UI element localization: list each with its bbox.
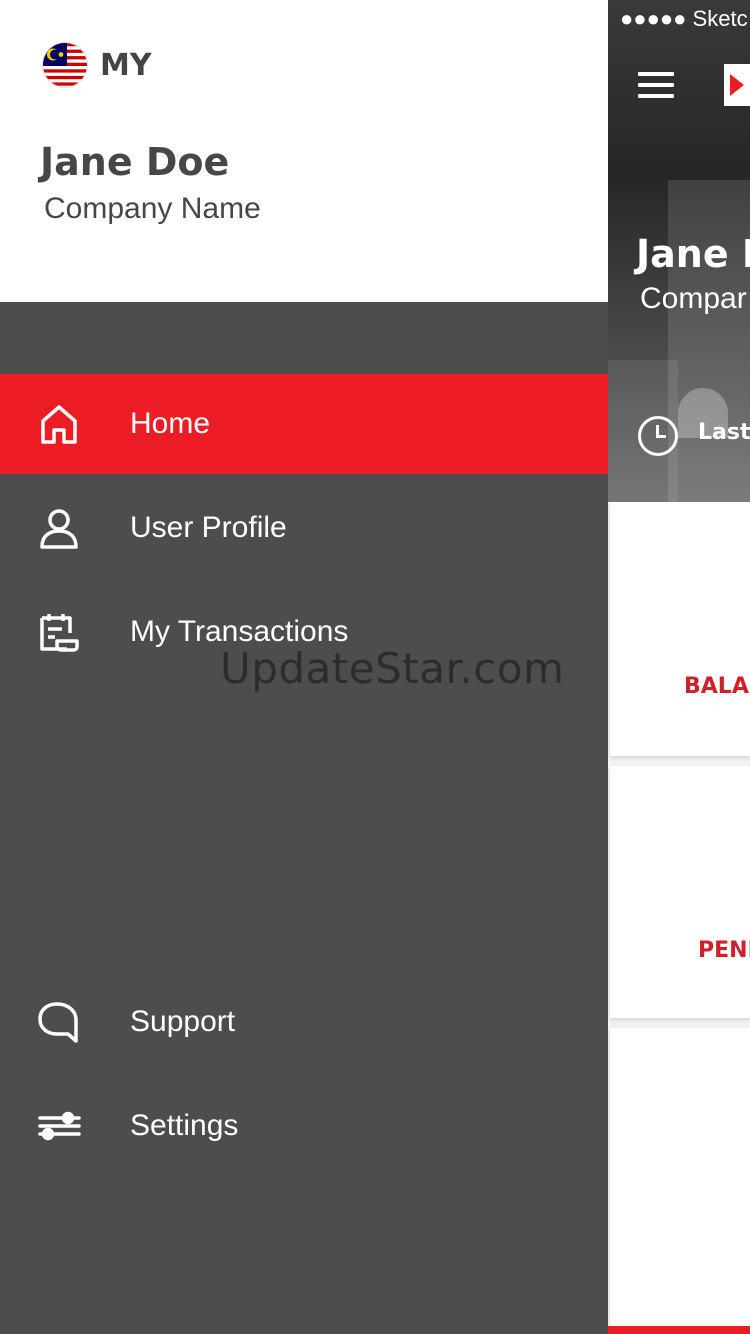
pending-card[interactable]: PENI xyxy=(610,766,750,1018)
nav-item-label: User Profile xyxy=(130,511,287,544)
card[interactable] xyxy=(610,1028,750,1326)
country-selector[interactable]: MY xyxy=(42,42,152,88)
home-icon xyxy=(36,401,82,447)
chat-bubble-icon xyxy=(36,999,82,1045)
nav-item-label: Settings xyxy=(130,1109,239,1142)
card-label: BALAI xyxy=(684,674,750,699)
bottom-accent-bar xyxy=(608,1326,750,1334)
clock-icon xyxy=(638,416,678,456)
bank-logo xyxy=(724,64,750,106)
watermark: UpdateStar.com xyxy=(220,644,565,693)
nav-item-label: Support xyxy=(130,1005,236,1038)
transactions-icon xyxy=(36,609,82,655)
sliders-icon xyxy=(36,1103,82,1149)
user-name: Jane Doe xyxy=(40,140,230,184)
nav-item-settings[interactable]: Settings xyxy=(0,1076,608,1176)
nav-item-support[interactable]: Support xyxy=(0,972,608,1072)
malaysia-flag-icon xyxy=(42,42,88,88)
hero-company-name: Compar xyxy=(640,282,747,315)
nav-item-home[interactable]: Home xyxy=(0,374,608,474)
user-icon xyxy=(36,505,82,551)
hero-user-name: Jane D xyxy=(636,232,750,276)
drawer-header: MY Jane Doe Company Name xyxy=(0,0,608,302)
hero-banner: ●●●●● Sketc Jane D Compar Last xyxy=(608,0,750,502)
card-label: PENI xyxy=(698,938,750,963)
menu-icon[interactable] xyxy=(638,72,674,98)
building-silhouette xyxy=(668,180,750,502)
last-login-label: Last xyxy=(698,420,750,445)
balance-card[interactable]: BALAI xyxy=(610,502,750,756)
status-bar: ●●●●● Sketc xyxy=(620,6,748,31)
main-screen: ●●●●● Sketc Jane D Compar Last BALAI PEN… xyxy=(608,0,750,1334)
nav-item-label: Home xyxy=(130,407,211,440)
nav-item-user-profile[interactable]: User Profile xyxy=(0,478,608,578)
company-name: Company Name xyxy=(44,192,261,225)
country-code: MY xyxy=(100,47,152,83)
